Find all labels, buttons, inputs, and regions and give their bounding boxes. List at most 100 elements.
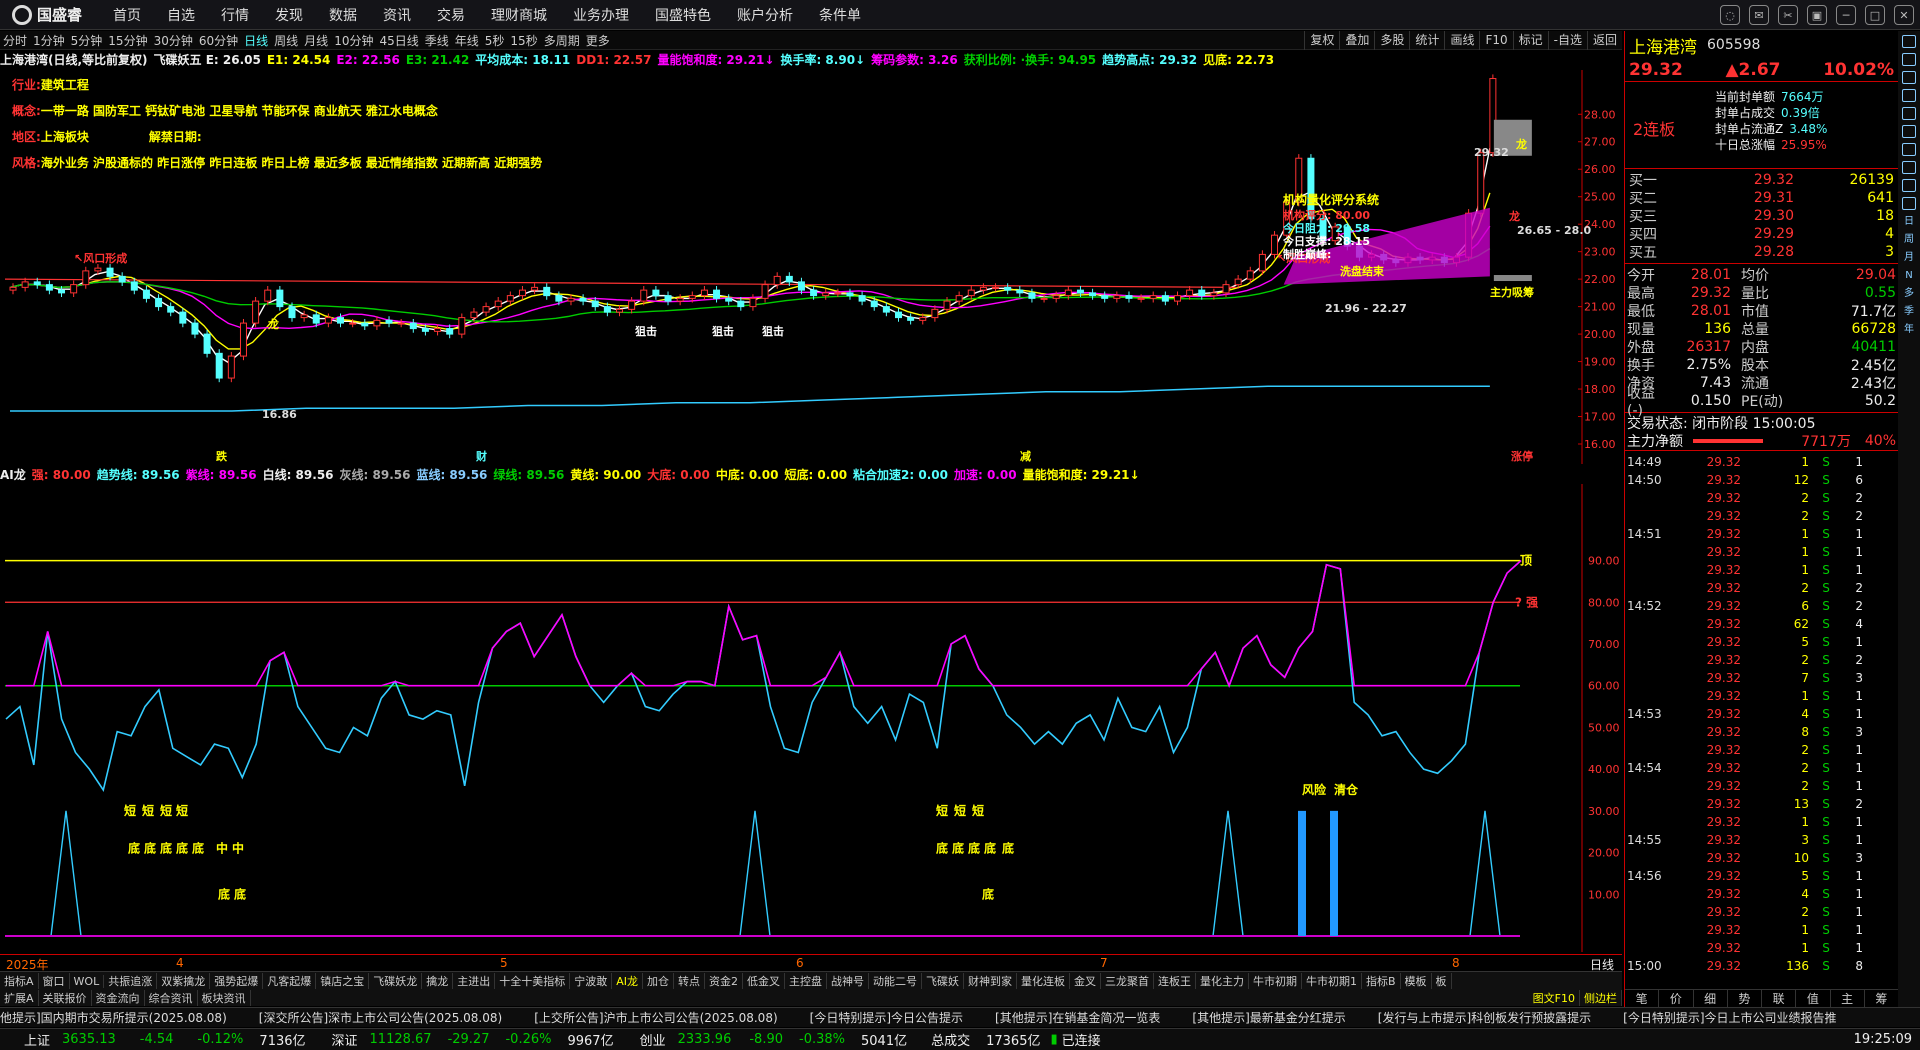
period-tab[interactable]: 月线 [301,32,331,49]
period-tab[interactable]: 分时 [0,32,30,49]
quote-tab[interactable]: 值 [1796,990,1831,1007]
sidebar-period[interactable]: 周 [1904,233,1914,246]
period-tab[interactable]: 5分钟 [68,32,106,49]
sidebar-period[interactable]: N [1905,269,1912,282]
extension-tab[interactable]: 板块资讯 [198,990,251,1006]
quote-tab[interactable]: 联 [1762,990,1797,1007]
news-item[interactable]: [上交所公告]沪市上市公司公告(2025.08.08) [534,1009,777,1026]
indicator-tab[interactable]: 模板 [1401,973,1432,989]
side-tab[interactable]: 图文F10 [1529,990,1580,1006]
indicator-tab[interactable]: 凡客起爆 [263,973,317,989]
indicator-tab[interactable]: 牛市初期1 [1302,973,1362,989]
menu-item[interactable]: 国盛特色 [642,5,724,25]
menu-item[interactable]: 理财商城 [478,5,560,25]
tick-list[interactable]: 14:49 29.32 1 S 1 14:50 29.32 12 S 6 29.32 2 S 2 29.32… [1625,451,1898,975]
period-tab[interactable]: 更多 [583,32,613,49]
sidebar-period[interactable]: 年 [1904,323,1914,336]
message-icon[interactable]: ✉ [1749,5,1769,25]
menu-item[interactable]: 账户分析 [724,5,806,25]
quote-tab[interactable]: 筹 [1865,990,1899,1007]
menu-item[interactable]: 自选 [154,5,208,25]
sidebar-period[interactable]: 季 [1904,305,1914,318]
chart-tool-button[interactable]: 画线 [1444,31,1479,50]
menu-item[interactable]: 首页 [100,5,154,25]
menu-item[interactable]: 资讯 [370,5,424,25]
quote-tab[interactable]: 细 [1694,990,1728,1007]
skin-icon[interactable]: ▣ [1807,5,1827,25]
indicator-tab[interactable]: 加仓 [643,973,674,989]
news-item[interactable]: [其他提示]在销基金简况一览表 [995,1009,1160,1026]
period-tab[interactable]: 多周期 [541,32,583,49]
side-tab[interactable]: 侧边栏 [1580,990,1622,1006]
chart-tool-button[interactable]: F10 [1479,31,1512,50]
chart-tool-button[interactable]: 返回 [1586,31,1622,50]
news-item[interactable]: [今日特别提示]今日公告提示 [810,1009,963,1026]
extension-tab[interactable]: 综合资讯 [145,990,198,1006]
period-tab[interactable]: 季线 [422,32,452,49]
period-tab[interactable]: 5秒 [482,32,508,49]
sidebar-tool-icon[interactable] [1902,197,1916,210]
indicator-tab[interactable]: 双紫擒龙 [157,973,211,989]
extension-tab[interactable]: 关联报价 [39,990,92,1006]
sidebar-period[interactable]: 多 [1904,287,1914,300]
period-tab[interactable]: 10分钟 [331,32,376,49]
indicator-tab[interactable]: 转点 [674,973,705,989]
period-tab[interactable]: 周线 [271,32,301,49]
news-item[interactable]: [其他提示]最新基金分红提示 [1192,1009,1345,1026]
indicator-tab[interactable]: 量化连板 [1017,973,1070,989]
indicator-tab[interactable]: 低金叉 [743,973,785,989]
news-item[interactable]: [深交所公告]深市上市公司公告(2025.08.08) [259,1009,502,1026]
indicator-tab[interactable]: 连板王 [1154,973,1196,989]
indicator-tab[interactable]: 擒龙 [422,973,454,989]
sidebar-tool-icon[interactable] [1902,35,1916,48]
chart-tool-button[interactable]: 统计 [1409,31,1444,50]
indicator-tab[interactable]: 共振追涨 [104,973,158,989]
ai-dragon-chart[interactable]: 10.00 20.00 30.00 40.00 50.00 60.00 70.00 80.00… [0,484,1622,952]
extension-tab[interactable]: 扩展A [0,990,39,1006]
indicator-tab[interactable]: 窗口 [39,973,70,989]
sidebar-tool-icon[interactable] [1902,161,1916,174]
indicator-tab[interactable]: 财神到家 [964,973,1017,989]
indicator-tab[interactable]: 宁波敢 [570,973,613,989]
period-tab[interactable]: 60分钟 [196,32,241,49]
indicator-tab[interactable]: 十全十美指标 [495,973,571,989]
indicator-tab[interactable]: 主进出 [453,973,496,989]
stock-name[interactable]: 上海港湾 [1629,33,1697,58]
sidebar-tool-icon[interactable] [1902,107,1916,120]
indicator-tab[interactable]: 量化主力 [1196,973,1249,989]
indicator-tab[interactable]: 主控盘 [785,973,827,989]
indicator-tab[interactable]: 镇店之宝 [316,973,370,989]
news-item[interactable]: [今日特别提示]今日上市公司业绩报告推 [1623,1009,1836,1026]
cy-index-label[interactable]: 创业 [640,1030,666,1049]
menu-item[interactable]: 行情 [208,5,262,25]
menu-item[interactable]: 数据 [316,5,370,25]
period-tab[interactable]: 1分钟 [30,32,68,49]
period-tab[interactable]: 年线 [452,32,482,49]
close-icon[interactable]: ✕ [1894,5,1914,25]
chat-icon[interactable]: ◌ [1720,5,1740,25]
chart-tool-button[interactable]: 标记 [1512,31,1548,50]
indicator-tab[interactable]: 指标B [1362,973,1401,989]
indicator-tab[interactable]: 三龙聚首 [1101,973,1154,989]
sh-index-label[interactable]: 上证 [24,1030,50,1049]
sidebar-tool-icon[interactable] [1902,71,1916,84]
menu-item[interactable]: 条件单 [806,5,874,25]
period-tab[interactable]: 15秒 [507,32,540,49]
quote-tab[interactable]: 价 [1659,990,1694,1007]
indicator-tab[interactable]: AI龙 [612,973,643,989]
chart-tool-button[interactable]: -自选 [1547,31,1587,50]
indicator-tab[interactable]: 金叉 [1070,973,1101,989]
tools-icon[interactable]: ✂ [1778,5,1798,25]
indicator-tab[interactable]: 飞碟妖 [922,973,964,989]
indicator-tab[interactable]: 指标A [0,973,39,989]
minimize-icon[interactable]: ─ [1836,5,1856,25]
menu-item[interactable]: 交易 [424,5,478,25]
sidebar-tool-icon[interactable] [1902,179,1916,192]
indicator-tab[interactable]: WOL [70,974,105,988]
period-tab[interactable]: 15分钟 [105,32,150,49]
sidebar-tool-icon[interactable] [1902,143,1916,156]
period-tab[interactable]: 日线 [241,32,271,49]
period-tab[interactable]: 45日线 [376,32,421,49]
quote-tab[interactable]: 势 [1728,990,1762,1007]
quote-tab[interactable]: 主 [1831,990,1865,1007]
